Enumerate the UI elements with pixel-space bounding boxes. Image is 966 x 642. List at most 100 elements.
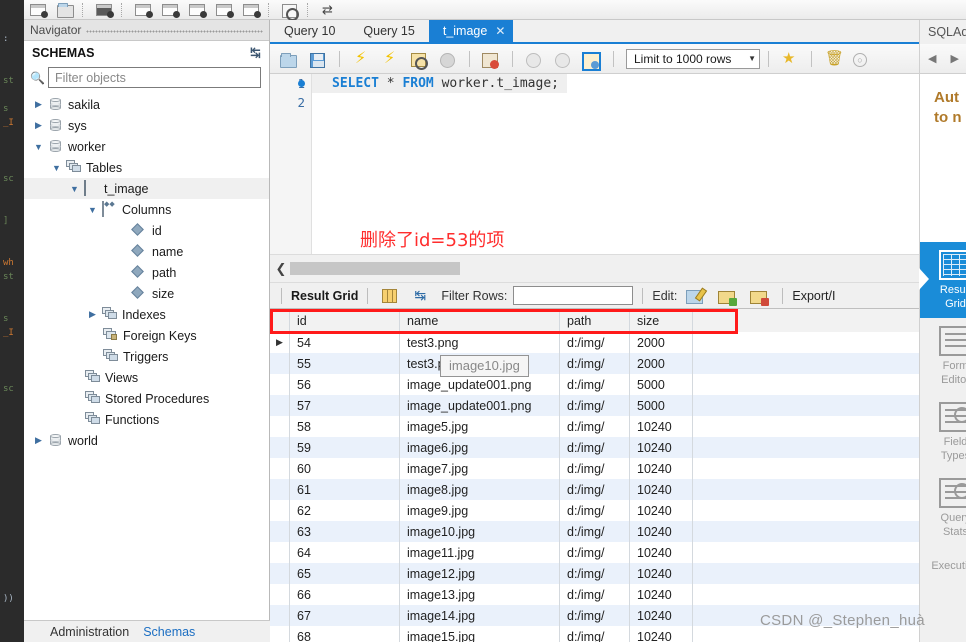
cell-name[interactable]: image14.jpg <box>400 605 560 626</box>
beautify-icon[interactable]: ★ <box>777 50 803 68</box>
cell-name[interactable]: image13.jpg <box>400 584 560 605</box>
chevron-right-icon[interactable]: ▶ <box>32 99 45 110</box>
insert-row-icon[interactable] <box>715 287 741 306</box>
cell-size[interactable]: 10240 <box>630 458 693 479</box>
table-row[interactable]: 62 image9.jpg d:/img/ 10240 <box>270 500 919 521</box>
reconnect-icon[interactable]: ⇄ <box>317 1 343 19</box>
cell-size[interactable]: 10240 <box>630 563 693 584</box>
row-marker[interactable] <box>270 416 290 437</box>
row-marker[interactable] <box>270 542 290 563</box>
table-row[interactable]: ▶ 54 test3.png d:/img/ 2000 <box>270 332 919 353</box>
cell-name[interactable]: image12.jpg <box>400 563 560 584</box>
cell-id[interactable]: 67 <box>290 605 400 626</box>
chevron-down-icon[interactable]: ▼ <box>748 54 756 63</box>
sidebar-item-worker[interactable]: ▼ worker <box>24 136 269 157</box>
column-header-name[interactable]: name <box>400 309 560 332</box>
refresh-icon[interactable]: ↹ <box>409 287 435 305</box>
table-row[interactable]: 63 image10.jpg d:/img/ 10240 <box>270 521 919 542</box>
cell-id[interactable]: 62 <box>290 500 400 521</box>
toggle-autocommit-icon[interactable] <box>579 50 605 71</box>
cell-path[interactable]: d:/img/ <box>560 563 630 584</box>
cell-id[interactable]: 63 <box>290 521 400 542</box>
clear-icon[interactable]: 🗑 <box>820 50 846 68</box>
column-header-id[interactable]: id <box>290 309 400 332</box>
scrollbar-thumb[interactable] <box>290 262 460 275</box>
sidebar-item-columns[interactable]: ▼ Columns <box>24 199 269 220</box>
cell-size[interactable]: 10240 <box>630 542 693 563</box>
cell-path[interactable]: d:/img/ <box>560 353 630 374</box>
table-row[interactable]: 66 image13.jpg d:/img/ 10240 <box>270 584 919 605</box>
toggle-stop-on-error-icon[interactable] <box>478 50 504 69</box>
sidebar-item-column-id[interactable]: ▶ id <box>24 220 269 241</box>
view-tab-form-editor[interactable]: Form Editor <box>920 318 966 394</box>
cell-path[interactable]: d:/img/ <box>560 626 630 642</box>
tab-administration[interactable]: Administration <box>50 625 129 639</box>
open-sql-script-icon[interactable] <box>276 50 302 68</box>
cell-id[interactable]: 66 <box>290 584 400 605</box>
cell-id[interactable]: 61 <box>290 479 400 500</box>
cell-size[interactable]: 10240 <box>630 437 693 458</box>
toggle-columns-icon[interactable] <box>377 287 403 305</box>
sidebar-item-tables[interactable]: ▼ Tables <box>24 157 269 178</box>
commit-icon[interactable] <box>521 50 547 68</box>
cell-id[interactable]: 57 <box>290 395 400 416</box>
cell-id[interactable]: 68 <box>290 626 400 642</box>
sidebar-item-views[interactable]: Views <box>24 367 269 388</box>
open-model-icon[interactable] <box>53 1 79 19</box>
cell-path[interactable]: d:/img/ <box>560 437 630 458</box>
export-label[interactable]: Export/I <box>792 289 835 303</box>
cell-name[interactable]: image10.jpg <box>400 521 560 542</box>
cell-size[interactable]: 10240 <box>630 479 693 500</box>
row-marker[interactable] <box>270 500 290 521</box>
view-tab-execution-plan[interactable]: Execution <box>920 546 966 586</box>
row-marker[interactable] <box>270 395 290 416</box>
cell-path[interactable]: d:/img/ <box>560 374 630 395</box>
table-row[interactable]: 55 test3.png d:/img/ 2000 <box>270 353 919 374</box>
cell-path[interactable]: d:/img/ <box>560 416 630 437</box>
navigator-drag-dots[interactable] <box>86 30 263 33</box>
cell-name[interactable]: image11.jpg <box>400 542 560 563</box>
chevron-down-icon[interactable]: ▼ <box>32 142 45 152</box>
tab-query-15[interactable]: Query 15 <box>349 20 428 42</box>
execute-icon[interactable]: ⚡ <box>348 50 374 68</box>
view-tab-field-types[interactable]: Field Types <box>920 394 966 470</box>
cell-path[interactable]: d:/img/ <box>560 479 630 500</box>
chevron-down-icon[interactable]: ▼ <box>86 205 99 215</box>
chevron-right-icon[interactable]: ▶ <box>32 435 45 446</box>
cell-name[interactable]: image6.jpg <box>400 437 560 458</box>
breakpoint-dot-icon[interactable] <box>298 80 305 87</box>
cell-size[interactable]: 10240 <box>630 605 693 626</box>
table-row[interactable]: 64 image11.jpg d:/img/ 10240 <box>270 542 919 563</box>
tab-schemas[interactable]: Schemas <box>143 625 195 639</box>
sql-statement-line[interactable]: SELECT * FROM worker.t_image; <box>312 74 567 93</box>
cell-id[interactable]: 54 <box>290 332 400 353</box>
sql-code-editor[interactable]: 1 2 SELECT * FROM worker.t_image; 删除了id=… <box>270 74 919 254</box>
cell-id[interactable]: 58 <box>290 416 400 437</box>
table-row[interactable]: 56 image_update001.png d:/img/ 5000 <box>270 374 919 395</box>
sidebar-item-column-size[interactable]: ▶ size <box>24 283 269 304</box>
chevron-right-icon[interactable]: ▶ <box>32 120 45 131</box>
chevron-right-icon[interactable]: ▶ <box>86 309 99 320</box>
table-row[interactable]: 57 image_update001.png d:/img/ 5000 <box>270 395 919 416</box>
result-data-grid[interactable]: id name path size ▶ 54 test3.png d:/img/… <box>270 308 919 642</box>
cell-name[interactable]: image8.jpg <box>400 479 560 500</box>
cell-name[interactable]: image15.jpg <box>400 626 560 642</box>
cell-path[interactable]: d:/img/ <box>560 395 630 416</box>
cell-size[interactable]: 2000 <box>630 332 693 353</box>
cell-id[interactable]: 60 <box>290 458 400 479</box>
delete-row-icon[interactable] <box>747 287 773 306</box>
cell-path[interactable]: d:/img/ <box>560 458 630 479</box>
table-row[interactable]: 65 image12.jpg d:/img/ 10240 <box>270 563 919 584</box>
row-marker[interactable]: ▶ <box>270 332 290 353</box>
row-marker[interactable] <box>270 563 290 584</box>
new-view-icon[interactable] <box>158 1 184 19</box>
column-header-path[interactable]: path <box>560 309 630 332</box>
sidebar-item-t-image[interactable]: ▼ t_image <box>24 178 269 199</box>
edit-row-icon[interactable] <box>683 287 709 305</box>
editor-horizontal-scroll[interactable]: ❮ <box>270 254 919 282</box>
cell-path[interactable]: d:/img/ <box>560 500 630 521</box>
cell-id[interactable]: 64 <box>290 542 400 563</box>
cell-path[interactable]: d:/img/ <box>560 332 630 353</box>
sidebar-item-functions[interactable]: Functions <box>24 409 269 430</box>
cell-id[interactable]: 56 <box>290 374 400 395</box>
